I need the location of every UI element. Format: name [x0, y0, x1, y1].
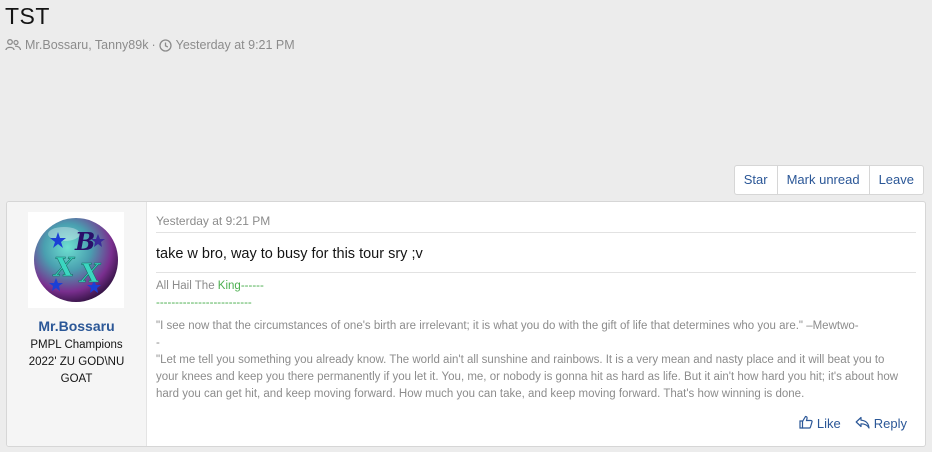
signature-prefix: All Hail The [156, 280, 218, 292]
signature-divider [156, 272, 916, 273]
thread-participants[interactable]: Mr.Bossaru, Tanny89k [25, 38, 148, 52]
message-user-title: PMPL Champions 2022' ZU GOD\NU GOAT [28, 339, 125, 385]
svg-text:X: X [52, 253, 76, 283]
signature-king: King [217, 280, 241, 292]
message-card: B X X Mr.Bossaru PMPL Champions 2022' ZU… [6, 201, 926, 447]
reply-label: Reply [873, 416, 907, 431]
like-label: Like [816, 416, 841, 431]
thumbs-up-icon [799, 415, 813, 432]
like-button[interactable]: Like [799, 415, 841, 432]
signature: All Hail The King------ ----------------… [156, 278, 916, 403]
signature-quote-rocky: "Let me tell you something you already k… [156, 354, 899, 400]
message-footer-actions: Like Reply [799, 415, 907, 432]
signature-quote-mewtwo: "I see now that the circumstances of one… [156, 320, 859, 332]
thread-title: TST [5, 3, 50, 29]
avatar[interactable]: B X X [28, 212, 124, 308]
message-body: take w bro, way to busy for this tour sr… [156, 246, 423, 262]
meta-separator: · [151, 38, 156, 52]
clock-icon [158, 38, 172, 52]
star-button[interactable]: Star [735, 166, 777, 194]
message-username[interactable]: Mr.Bossaru [7, 318, 146, 334]
date-divider [156, 232, 916, 233]
svg-text:X: X [78, 259, 102, 289]
message-user-column: B X X Mr.Bossaru PMPL Champions 2022' ZU… [7, 202, 147, 446]
signature-suffix: ------ [240, 280, 264, 292]
reply-icon [855, 416, 870, 432]
signature-dash-line: ------------------------- [156, 297, 252, 309]
leave-button[interactable]: Leave [868, 166, 923, 194]
message-date[interactable]: Yesterday at 9:21 PM [156, 214, 270, 228]
thread-time[interactable]: Yesterday at 9:21 PM [176, 38, 295, 52]
thread-actions: Star Mark unread Leave [733, 165, 924, 195]
mark-unread-button[interactable]: Mark unread [776, 166, 869, 194]
users-icon [5, 39, 21, 51]
message-content: Yesterday at 9:21 PM take w bro, way to … [156, 202, 916, 446]
thread-meta: Mr.Bossaru, Tanny89k · Yesterday at 9:21… [5, 38, 295, 52]
signature-quote-tail: - [156, 337, 160, 349]
reply-button[interactable]: Reply [855, 415, 907, 432]
signature-line1: All Hail The King------ [156, 278, 916, 295]
svg-text:B: B [74, 227, 95, 256]
